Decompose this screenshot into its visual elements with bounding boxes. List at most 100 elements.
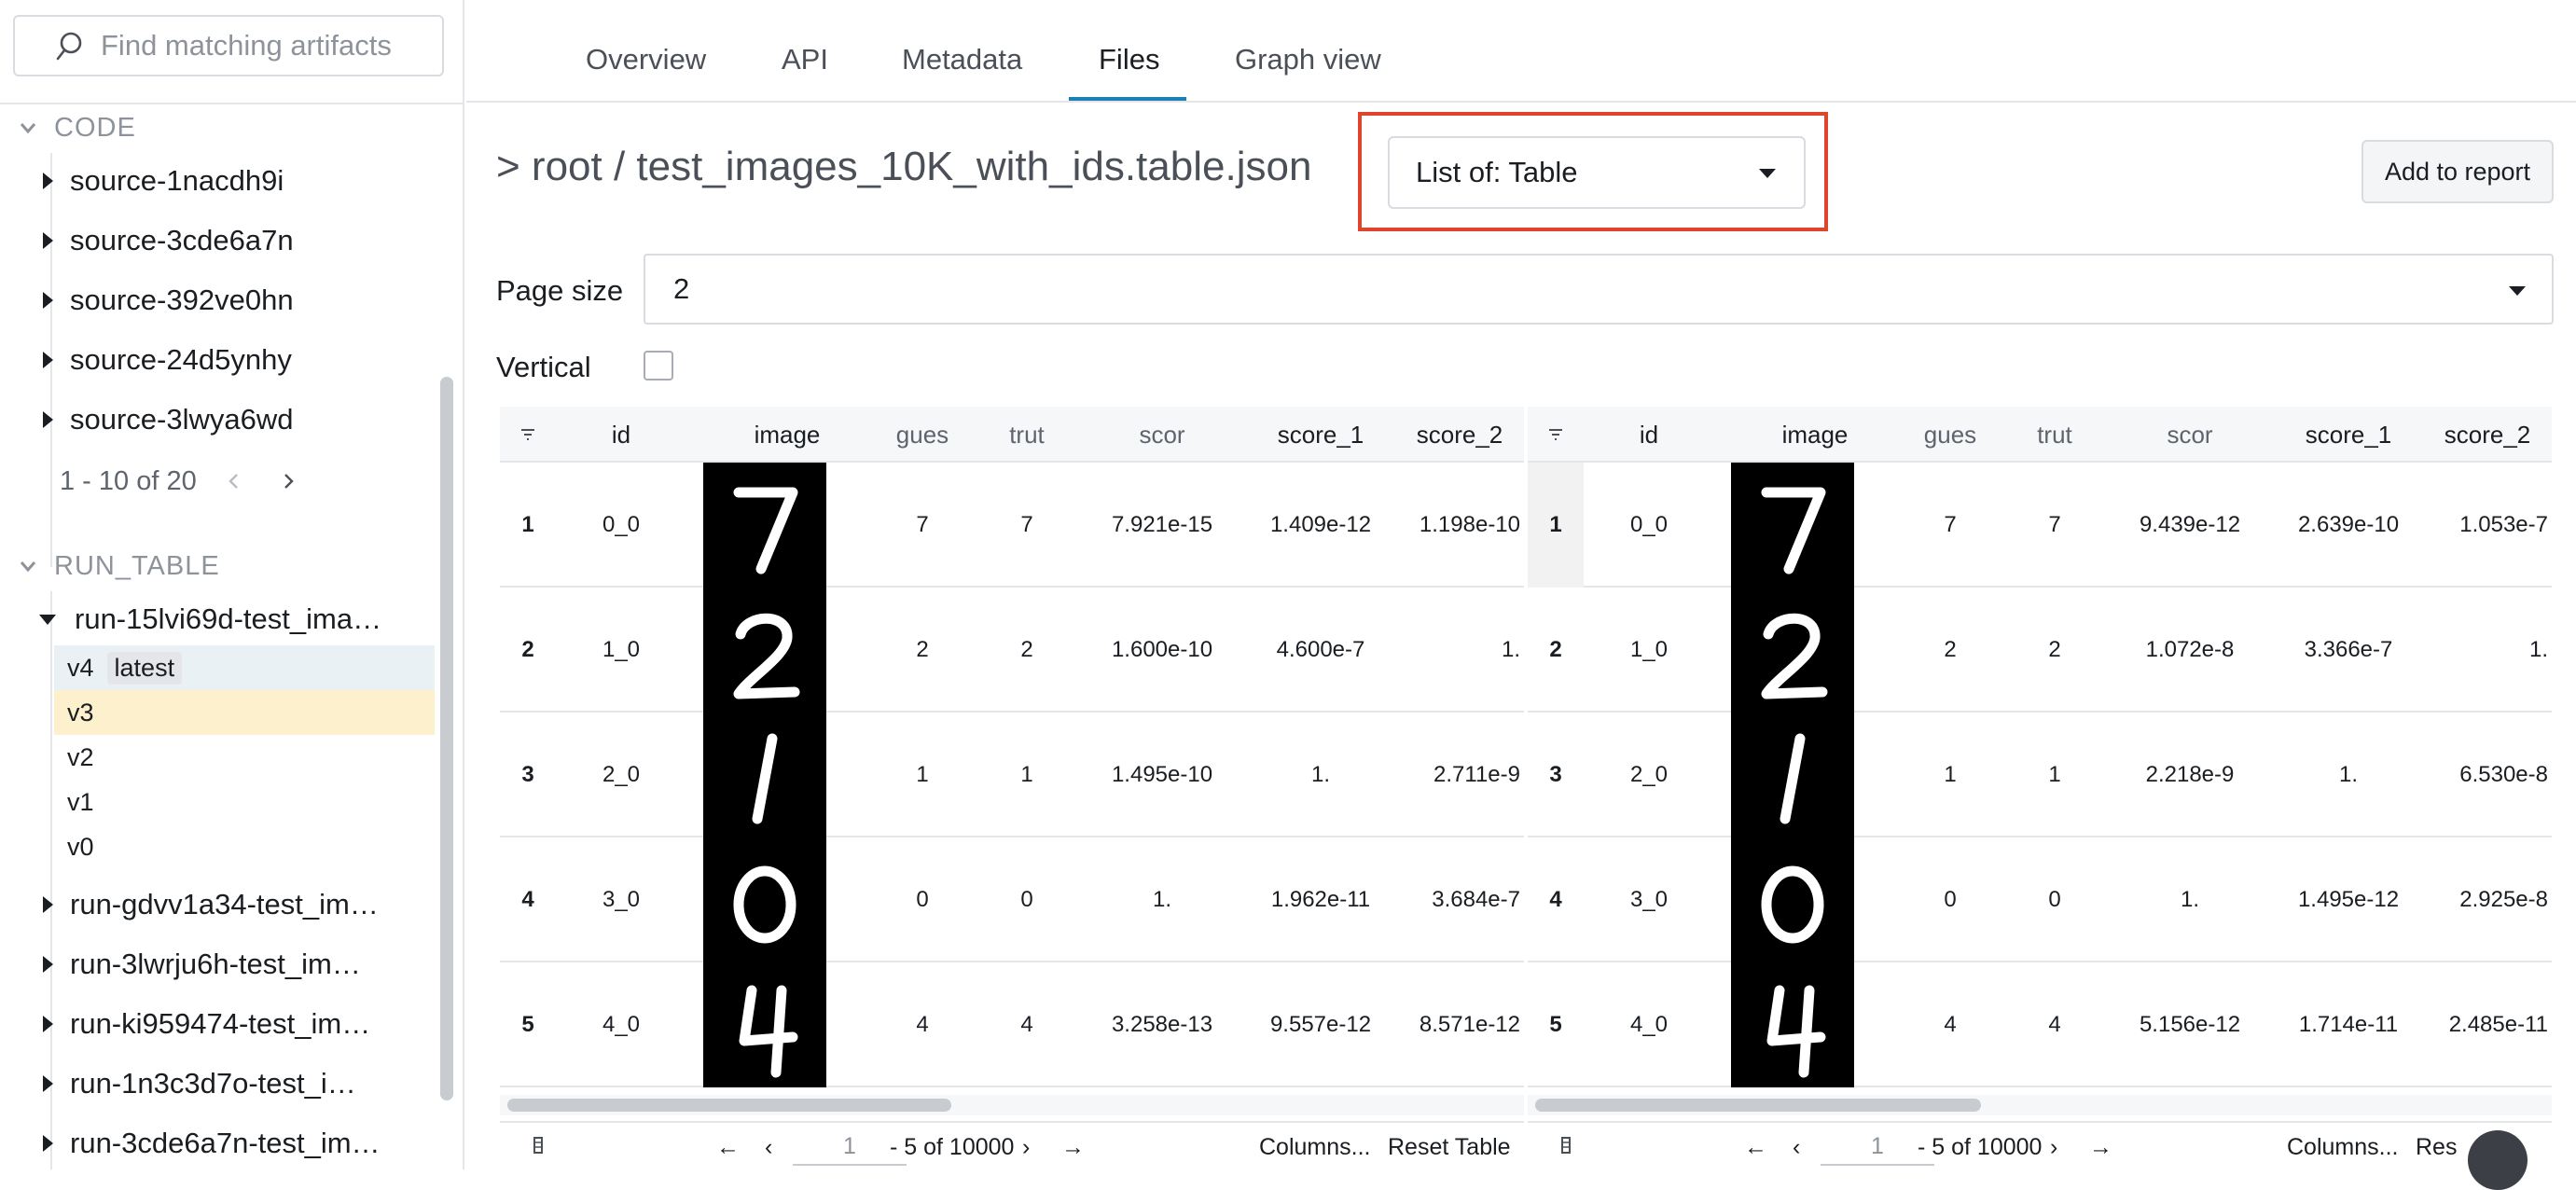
columns-button[interactable]: Columns... <box>2287 1134 2398 1161</box>
digit-image-cell[interactable] <box>703 463 826 588</box>
digit-image-cell[interactable] <box>703 962 826 1087</box>
table-row[interactable]: 2 1_0 2 2 1.600e-10 4.600e-7 1. <box>500 588 1524 713</box>
table-row[interactable]: 4 3_0 0 0 1. 1.962e-11 3.684e-7 <box>500 837 1524 962</box>
column-toggle-icon[interactable] <box>532 1134 545 1161</box>
chevron-down-icon <box>20 123 36 134</box>
cell-id: 3_0 <box>1629 887 1669 912</box>
horizontal-scrollbar[interactable] <box>1535 1099 1981 1112</box>
digit-image-cell[interactable] <box>703 588 826 713</box>
column-header-gues[interactable]: gues <box>871 407 974 463</box>
search-input[interactable] <box>101 29 436 62</box>
column-header-image[interactable]: image <box>703 407 871 463</box>
digit-image-cell[interactable] <box>1731 837 1854 962</box>
table-panel-left: id image gues trut scor score_1 score_2 1 0_0 7 7 7… <box>500 407 1524 1169</box>
column-header-gues[interactable]: gues <box>1899 407 2001 463</box>
first-page-icon[interactable]: ← <box>1744 1134 1767 1161</box>
section-header-run-table[interactable]: RUN_TABLE <box>0 543 220 589</box>
filter-icon[interactable] <box>500 407 556 463</box>
digit-image-cell[interactable] <box>1731 463 1854 588</box>
digit-image-cell[interactable] <box>1731 713 1854 837</box>
tree-item-source[interactable]: source-3cde6a7n <box>0 214 294 267</box>
chevron-left-icon[interactable] <box>217 464 251 498</box>
version-item-v1[interactable]: v1 <box>54 780 435 824</box>
table-header-row: id image gues trut scor score_1 score_2 <box>1528 407 2552 463</box>
tree-item-source[interactable]: source-392ve0hn <box>0 274 294 326</box>
table-row[interactable]: 3 2_0 1 1 2.218e-9 1. 6.530e-8 <box>1528 713 2552 837</box>
column-toggle-icon[interactable] <box>1559 1134 1572 1161</box>
table-row[interactable]: 2 1_0 2 2 1.072e-8 3.366e-7 1. <box>1528 588 2552 713</box>
column-header-id[interactable]: id <box>575 407 668 463</box>
list-type-select[interactable]: List of: Table <box>1388 136 1806 209</box>
cell-guess: 7 <box>1944 512 1957 537</box>
next-page-icon[interactable]: › <box>2050 1134 2057 1161</box>
column-header-trut[interactable]: trut <box>2003 407 2106 463</box>
column-header-scor[interactable]: scor <box>2106 407 2274 463</box>
reset-table-button[interactable]: Res <box>2416 1134 2457 1161</box>
tree-item-run[interactable]: run-gdvv1a34-test_im… <box>0 879 379 931</box>
row-number: 3 <box>1549 762 1562 787</box>
tab-metadata[interactable]: Metadata <box>902 43 1022 76</box>
first-page-icon[interactable]: ← <box>716 1134 740 1161</box>
digit-image-cell[interactable] <box>703 837 826 962</box>
sidebar-scrollbar[interactable] <box>440 377 453 1100</box>
tree-item-source[interactable]: source-24d5ynhy <box>0 334 292 386</box>
vertical-checkbox[interactable] <box>644 351 673 381</box>
column-header-score_2[interactable]: score_2 <box>2423 407 2552 463</box>
table-row[interactable]: 3 2_0 1 1 1.495e-10 1. 2.711e-9 <box>500 713 1524 837</box>
cell-score-2: 1. <box>1501 637 1520 662</box>
table-row[interactable]: 5 4_0 4 4 3.258e-13 9.557e-12 8.571e-12 <box>500 962 1524 1087</box>
tree-item-label: run-gdvv1a34-test_im… <box>70 888 379 920</box>
column-header-score_2[interactable]: score_2 <box>1395 407 1524 463</box>
version-item-v2[interactable]: v2 <box>54 735 435 780</box>
filter-icon[interactable] <box>1528 407 1584 463</box>
tab-overview[interactable]: Overview <box>586 43 706 76</box>
cell-score-2: 1. <box>2528 637 2548 662</box>
tab-bar: Overview API Metadata Files Graph view <box>466 0 2576 103</box>
table-footer: ← ‹ - 5 of 10000 › → Columns... Res <box>1528 1121 2552 1169</box>
tree-item-run[interactable]: run-ki959474-test_im… <box>0 998 370 1050</box>
page-size-select[interactable]: 2 <box>644 254 2554 325</box>
chevron-right-icon[interactable] <box>271 464 305 498</box>
digit-image-cell[interactable] <box>1731 962 1854 1087</box>
tree-item-run[interactable]: run-3lwrju6h-test_im… <box>0 938 361 990</box>
reset-table-button[interactable]: Reset Table <box>1388 1134 1511 1161</box>
cell-guess: 1 <box>916 762 929 787</box>
tree-item-source[interactable]: source-3lwya6wd <box>0 394 294 446</box>
digit-image-cell[interactable] <box>703 713 826 837</box>
row-number: 2 <box>521 637 534 662</box>
tree-item-run-expanded[interactable]: run-15lvi69d-test_ima… <box>0 593 381 645</box>
table-row[interactable]: 4 3_0 0 0 1. 1.495e-12 2.925e-8 <box>1528 837 2552 962</box>
tree-item-label: source-3lwya6wd <box>70 403 294 436</box>
columns-button[interactable]: Columns... <box>1259 1134 1370 1161</box>
chat-widget-button[interactable] <box>2468 1130 2528 1190</box>
section-header-code[interactable]: CODE <box>0 104 136 151</box>
column-header-trut[interactable]: trut <box>976 407 1078 463</box>
column-header-image[interactable]: image <box>1731 407 1899 463</box>
next-page-icon[interactable]: › <box>1022 1134 1030 1161</box>
version-item-v4[interactable]: v4 latest <box>54 645 435 690</box>
last-page-icon[interactable]: → <box>2089 1134 2112 1161</box>
last-page-icon[interactable]: → <box>1061 1134 1085 1161</box>
artifact-search[interactable] <box>13 15 444 76</box>
prev-page-icon[interactable]: ‹ <box>1793 1134 1800 1161</box>
section-title: RUN_TABLE <box>54 550 220 581</box>
tab-api[interactable]: API <box>782 43 828 76</box>
tab-files[interactable]: Files <box>1099 43 1159 76</box>
table-row[interactable]: 5 4_0 4 4 5.156e-12 1.714e-11 2.485e-11 <box>1528 962 2552 1087</box>
version-item-v3[interactable]: v3 <box>54 690 435 735</box>
tab-graph-view[interactable]: Graph view <box>1235 43 1381 76</box>
tree-item-source[interactable]: source-1nacdh9i <box>0 155 284 207</box>
column-header-score_1[interactable]: score_1 <box>2264 407 2432 463</box>
add-to-report-button[interactable]: Add to report <box>2361 140 2554 203</box>
column-header-id[interactable]: id <box>1602 407 1696 463</box>
column-header-scor[interactable]: scor <box>1078 407 1246 463</box>
prev-page-icon[interactable]: ‹ <box>765 1134 772 1161</box>
tree-item-run[interactable]: run-1n3c3d7o-test_i… <box>0 1058 356 1110</box>
column-header-score_1[interactable]: score_1 <box>1237 407 1405 463</box>
digit-image-cell[interactable] <box>1731 588 1854 713</box>
table-row[interactable]: 1 0_0 7 7 7.921e-15 1.409e-12 1.198e-10 <box>500 463 1524 588</box>
version-item-v0[interactable]: v0 <box>54 824 435 869</box>
table-row[interactable]: 1 0_0 7 7 9.439e-12 2.639e-10 1.053e-7 <box>1528 463 2552 588</box>
tree-item-run[interactable]: run-3cde6a7n-test_im… <box>0 1117 381 1169</box>
horizontal-scrollbar[interactable] <box>507 1099 951 1112</box>
